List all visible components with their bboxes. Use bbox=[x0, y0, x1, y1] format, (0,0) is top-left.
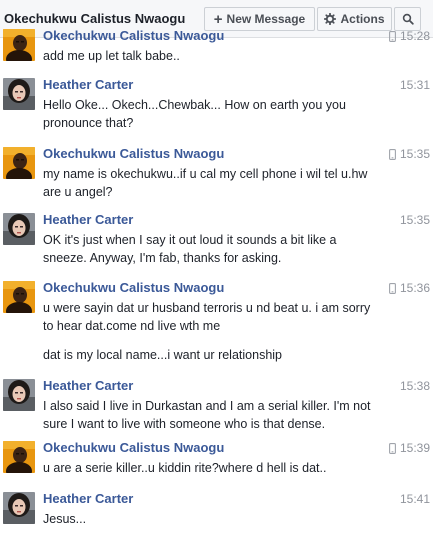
timestamp-text: 15:35 bbox=[399, 147, 430, 161]
timestamp-text: 15:38 bbox=[399, 379, 430, 393]
message-text: u were sayin dat ur husband terroris u n… bbox=[43, 301, 371, 333]
message-timestamp: 15:41 bbox=[400, 492, 430, 506]
timestamp-text: 15:31 bbox=[399, 78, 430, 92]
timestamp-text: 15:41 bbox=[399, 492, 430, 506]
timestamp-text: 15:35 bbox=[399, 213, 430, 227]
message-timestamp: 15:31 bbox=[400, 78, 430, 92]
message-text: add me up let talk babe.. bbox=[43, 49, 180, 63]
mobile-phone-icon bbox=[389, 30, 396, 42]
actions-label: Actions bbox=[340, 12, 385, 26]
plus-icon: + bbox=[213, 10, 223, 28]
sender-name[interactable]: Heather Carter bbox=[43, 378, 133, 393]
message-text: dat is my local name...i want ur relatio… bbox=[43, 348, 282, 362]
sender-name[interactable]: Okechukwu Calistus Nwaogu bbox=[43, 280, 224, 295]
search-icon bbox=[402, 13, 414, 25]
message-timestamp: 15:39 bbox=[389, 441, 430, 455]
new-message-label: New Message bbox=[226, 12, 306, 26]
message-timestamp: 15:38 bbox=[400, 379, 430, 393]
message-timestamp: 15:35 bbox=[389, 147, 430, 161]
message-text: Hello Oke... Okech...Chewbak... How on e… bbox=[43, 98, 346, 130]
sender-name[interactable]: Heather Carter bbox=[43, 77, 133, 92]
gear-icon bbox=[324, 13, 337, 25]
avatar[interactable] bbox=[3, 78, 35, 110]
message-text: my name is okechukwu..if u cal my cell p… bbox=[43, 167, 368, 199]
message-timestamp: 15:28 bbox=[389, 29, 430, 43]
actions-button[interactable]: Actions bbox=[317, 7, 392, 31]
message-timestamp: 15:36 bbox=[389, 281, 430, 295]
avatar[interactable] bbox=[3, 147, 35, 179]
avatar[interactable] bbox=[3, 492, 35, 524]
avatar[interactable] bbox=[3, 441, 35, 473]
avatar[interactable] bbox=[3, 281, 35, 313]
sender-name[interactable]: Okechukwu Calistus Nwaogu bbox=[43, 146, 224, 161]
message-timestamp: 15:35 bbox=[400, 213, 430, 227]
message-text: OK it's just when I say it out loud it s… bbox=[43, 233, 337, 265]
message-text: u are a serie killer..u kiddin rite?wher… bbox=[43, 461, 327, 475]
timestamp-text: 15:36 bbox=[399, 281, 430, 295]
mobile-phone-icon bbox=[389, 282, 396, 294]
sender-name[interactable]: Okechukwu Calistus Nwaogu bbox=[43, 28, 224, 43]
sender-name[interactable]: Heather Carter bbox=[43, 491, 133, 506]
mobile-phone-icon bbox=[389, 148, 396, 160]
avatar[interactable] bbox=[3, 29, 35, 61]
timestamp-text: 15:39 bbox=[399, 441, 430, 455]
sender-name[interactable]: Heather Carter bbox=[43, 212, 133, 227]
timestamp-text: 15:28 bbox=[399, 29, 430, 43]
conversation-title: Okechukwu Calistus Nwaogu bbox=[4, 11, 186, 26]
avatar[interactable] bbox=[3, 213, 35, 245]
sender-name[interactable]: Okechukwu Calistus Nwaogu bbox=[43, 440, 224, 455]
mobile-phone-icon bbox=[389, 442, 396, 454]
message-text: I also said I live in Durkastan and I am… bbox=[43, 399, 371, 431]
avatar[interactable] bbox=[3, 379, 35, 411]
search-button[interactable] bbox=[394, 7, 421, 31]
message-text: Jesus... bbox=[43, 512, 87, 526]
